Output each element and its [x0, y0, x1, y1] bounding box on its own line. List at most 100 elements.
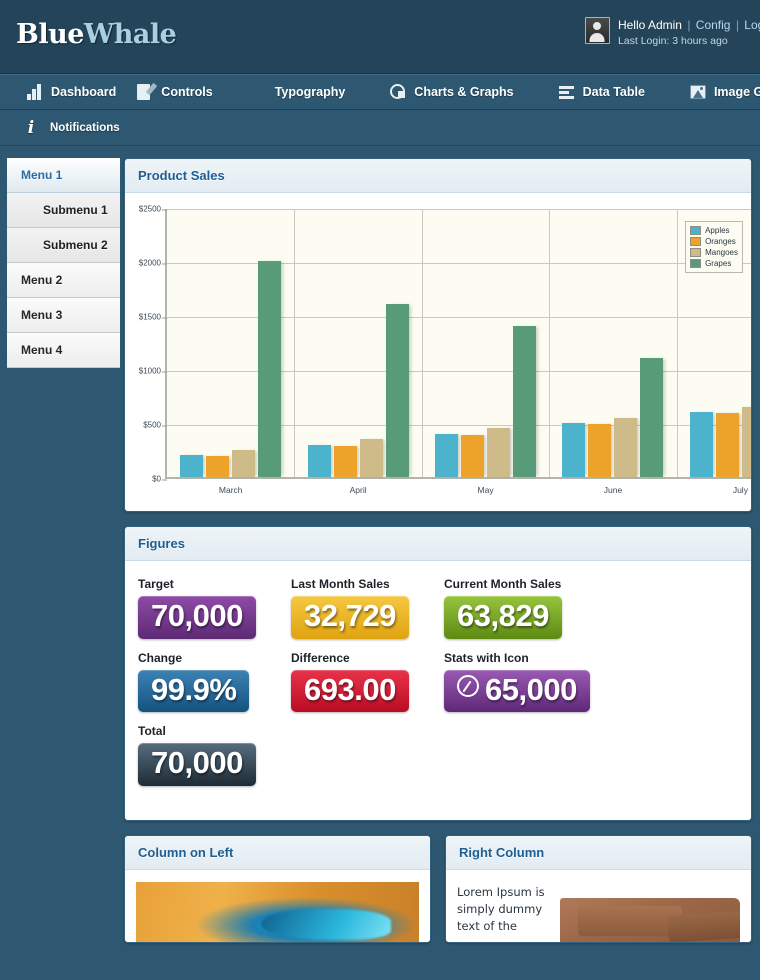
logo-secondary: Whale [84, 19, 176, 50]
figure-value: 70,000 [151, 745, 243, 780]
chart-bar [742, 407, 752, 477]
chart-legend-item: Oranges [690, 236, 738, 247]
chart-legend-label: Grapes [705, 258, 731, 269]
figure-value-badge: 99.9% [138, 670, 249, 713]
sidebar: Menu 1 Submenu 1 Submenu 2 Menu 2 Menu 3… [0, 146, 124, 970]
chart-group-divider [294, 209, 295, 477]
chart-legend-swatch [690, 237, 701, 246]
sidebar-item-submenu-1[interactable]: Submenu 1 [7, 193, 120, 228]
sidebar-item-menu-4[interactable]: Menu 4 [7, 333, 120, 368]
nav-item-data-table[interactable]: Data Table [548, 74, 655, 110]
chart-legend-item: Apples [690, 225, 738, 236]
sidebar-item-menu-1[interactable]: Menu 1 [7, 158, 120, 193]
avatar [585, 17, 610, 44]
chart-group-divider [422, 209, 423, 477]
figure-label: Change [138, 651, 291, 665]
pie-chart-icon [389, 83, 407, 101]
chart-legend-item: Mangoes [690, 247, 738, 258]
figure-cell: Total70,000 [138, 724, 291, 786]
chart-legend-label: Mangoes [705, 247, 738, 258]
chart-bar [206, 456, 229, 477]
product-sales-body: $0$500$1000$1500$2000$2500MarchAprilMayJ… [125, 193, 751, 511]
notifications-label: Notifications [50, 122, 120, 134]
right-column-title: Right Column [446, 836, 751, 870]
nav-item-controls[interactable]: Controls [126, 74, 222, 110]
chart-bar-group [549, 209, 676, 477]
chart-bar [588, 424, 611, 477]
chart-ytick-label: $1000 [127, 367, 161, 376]
chart-legend: ApplesOrangesMangoesGrapes [685, 221, 743, 273]
figure-cell: Stats with Icon65,000 [444, 651, 597, 713]
page-body: Menu 1 Submenu 1 Submenu 2 Menu 2 Menu 3… [0, 146, 760, 970]
app-logo[interactable]: BlueWhale [16, 19, 176, 50]
logo-primary: Blue [16, 19, 84, 50]
chart-ytick-label: $2000 [127, 259, 161, 268]
nav-item-typography[interactable]: Typography [265, 74, 356, 110]
figure-value: 693.00 [304, 672, 396, 707]
chart-xtick-label: March [219, 485, 243, 495]
chart-bar [180, 455, 203, 477]
figures-row: Target70,000Last Month Sales32,729Curren… [138, 577, 751, 651]
right-column-image [560, 898, 740, 942]
nav-item-dashboard[interactable]: Dashboard [16, 74, 126, 110]
right-column-panel: Right Column Lorem Ipsum is simply dummy… [445, 835, 752, 943]
figure-value: 70,000 [151, 598, 243, 633]
greeting-label: Hello Admin [618, 18, 682, 32]
sidebar-item-menu-2[interactable]: Menu 2 [7, 263, 120, 298]
chart-bar [716, 413, 739, 477]
sidebar-item-submenu-2[interactable]: Submenu 2 [7, 228, 120, 263]
figures-title: Figures [125, 527, 751, 561]
chart-xtick-label: July [733, 485, 748, 495]
figures-row: Change 99.9% Difference 693.00 Stats with Ic… [138, 651, 751, 725]
figures-row: Total70,000 [138, 724, 751, 798]
figures-grid: Target70,000Last Month Sales32,729Curren… [125, 561, 751, 820]
main-content: Product Sales $0$500$1000$1500$2000$2500… [124, 146, 760, 970]
figure-value-badge: 70,000 [138, 743, 256, 786]
figure-cell: Current Month Sales63,829 [444, 577, 597, 639]
chart-bar [258, 261, 281, 477]
chart-bar [386, 304, 409, 477]
chart-legend-swatch [690, 248, 701, 257]
chart-legend-label: Apples [705, 225, 729, 236]
pencil-icon [136, 83, 154, 101]
notifications-bar[interactable]: i Notifications [0, 110, 760, 146]
sidebar-item-menu-3[interactable]: Menu 3 [7, 298, 120, 333]
chart-bar [232, 450, 255, 477]
product-sales-title: Product Sales [125, 159, 751, 193]
chart-xtick-label: April [350, 485, 367, 495]
figure-value-badge: 32,729 [291, 596, 409, 639]
nav-label-controls: Controls [161, 85, 212, 99]
chart-group-divider [549, 209, 550, 477]
chart-bar [360, 439, 383, 477]
chart-ytick-label: $500 [127, 421, 161, 430]
figure-label: Difference [291, 651, 444, 665]
product-sales-panel: Product Sales $0$500$1000$1500$2000$2500… [124, 158, 752, 512]
figure-value: 99.9% [151, 672, 236, 707]
logout-link[interactable]: Logout [744, 18, 760, 32]
nav-label-image-galleries: Image Galleries [714, 85, 760, 99]
chart-bar [513, 326, 536, 477]
left-column-body [125, 870, 430, 942]
dashboard-page: BlueWhale Hello Admin | Config | Logout … [0, 0, 760, 980]
left-column-title: Column on Left [125, 836, 430, 870]
table-icon [558, 83, 576, 101]
nav-item-charts-graphs[interactable]: Charts & Graphs [379, 74, 523, 110]
chart-ytick-label: $1500 [127, 313, 161, 322]
chart-bar [614, 418, 637, 477]
figures-panel: Figures Target70,000Last Month Sales32,7… [124, 526, 752, 821]
chart-bar-group [294, 209, 421, 477]
figure-label: Last Month Sales [291, 577, 444, 591]
nav-item-image-galleries[interactable]: Image Galleries [679, 74, 760, 110]
figure-value-badge: 65,000 [444, 670, 590, 713]
figure-cell: Last Month Sales 32,729 [291, 577, 444, 639]
chart-ytick-label: $2500 [127, 205, 161, 214]
app-header: BlueWhale Hello Admin | Config | Logout … [0, 0, 760, 74]
nav-label-charts-graphs: Charts & Graphs [414, 85, 513, 99]
figure-value-badge: 693.00 [291, 670, 409, 713]
config-link[interactable]: Config [696, 18, 731, 32]
chart-bar [435, 434, 458, 477]
main-nav: Dashboard Controls Typography Charts & G… [0, 74, 760, 110]
figure-value-badge: 63,829 [444, 596, 562, 639]
chart-container: $0$500$1000$1500$2000$2500MarchAprilMayJ… [125, 193, 751, 511]
chart-bar [487, 428, 510, 477]
